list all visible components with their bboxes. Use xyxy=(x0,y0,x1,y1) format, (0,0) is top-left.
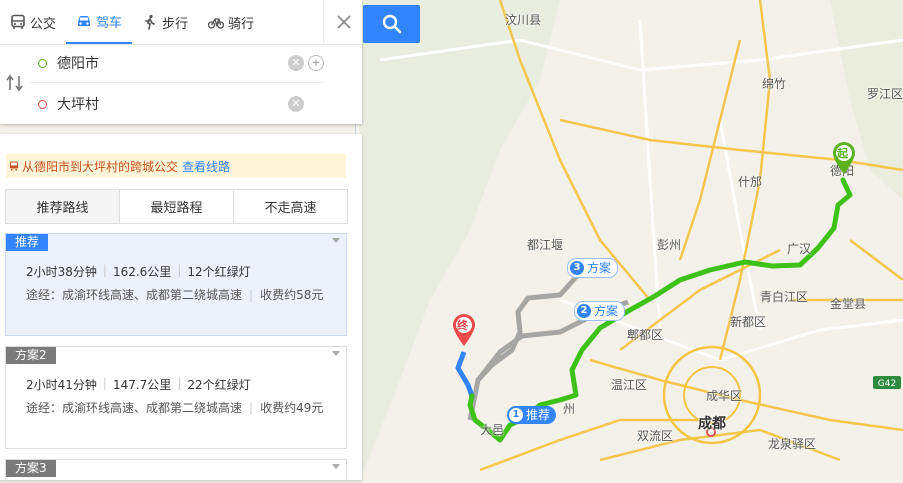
start-field[interactable]: 德阳市 ✕ + xyxy=(30,44,324,83)
route-tag-1[interactable]: 1 推荐 xyxy=(507,406,557,424)
mode-bus-tab[interactable]: 公交 xyxy=(0,0,66,44)
clear-end-icon[interactable]: ✕ xyxy=(288,96,304,112)
tab-shortest[interactable]: 最短路程 xyxy=(120,190,234,223)
plan-toll-fee: 收费约58元 xyxy=(260,288,324,302)
route-tag-number: 1 xyxy=(509,408,523,422)
route-tag-label: 方案 xyxy=(594,304,619,318)
car-icon xyxy=(78,16,91,26)
add-waypoint-icon[interactable]: + xyxy=(308,55,324,71)
plan-badge: 方案3 xyxy=(6,460,56,477)
route-plan-2[interactable]: 方案2 2小时41分钟 | 147.7公里 | 22个红绿灯 途经：成渝环线高速、成… xyxy=(5,346,347,449)
chevron-down-icon[interactable] xyxy=(332,351,340,356)
route-preference-tabs: 推荐路线 最短路程 不走高速 xyxy=(5,189,348,224)
end-field[interactable]: 大坪村 ✕ xyxy=(30,85,324,123)
mode-label: 骑行 xyxy=(228,16,255,32)
plan-via-roads: 途经：成渝环线高速、成都第二绕城高速 xyxy=(26,288,243,302)
plan-duration: 2小时41分钟 xyxy=(26,378,97,392)
plan-duration: 2小时38分钟 xyxy=(26,265,97,279)
mode-label: 步行 xyxy=(162,16,189,32)
map-label: 彭州 xyxy=(657,238,682,252)
plan-distance: 162.6公里 xyxy=(112,265,172,279)
tab-recommended[interactable]: 推荐路线 xyxy=(6,190,120,223)
route-tag-label: 方案 xyxy=(587,261,612,275)
mode-bike-tab[interactable]: 骑行 xyxy=(198,0,264,44)
cross-city-bus-notice: 从德阳市到大坪村的跨城公交 查看线路 xyxy=(6,154,346,178)
route-tag-3[interactable]: 3 方案 xyxy=(567,258,619,278)
map-label: 温江区 xyxy=(611,378,648,392)
plan-traffic-lights: 22个红绿灯 xyxy=(187,378,251,392)
route-search-panel: 公交 驾车 步行 骑行 德阳市 ✕ + 大坪村 ✕ xyxy=(0,0,362,124)
end-dot-icon xyxy=(38,99,47,109)
map-label: 什邡 xyxy=(738,175,763,189)
end-input[interactable]: 大坪村 xyxy=(57,94,284,114)
map-label: 罗江区 xyxy=(867,87,903,101)
bus-icon xyxy=(11,14,25,29)
end-marker-label: 终 xyxy=(457,319,468,332)
route-plan-3[interactable]: 方案3 xyxy=(5,459,347,480)
map-label: 大邑 xyxy=(480,423,505,437)
map-label: 郫都区 xyxy=(627,328,664,342)
bus-icon xyxy=(10,161,18,171)
route-tag-label: 推荐 xyxy=(526,408,551,422)
route-plan-1[interactable]: 推荐 2小时38分钟 | 162.6公里 | 12个红绿灯 途经：成渝环线高速、成都… xyxy=(5,233,347,336)
travel-mode-tabs: 公交 驾车 步行 骑行 xyxy=(0,0,362,45)
mode-label: 公交 xyxy=(30,16,57,32)
map-label: 青白江区 xyxy=(760,290,809,304)
start-marker[interactable]: 起 xyxy=(832,141,856,178)
tab-no-highway[interactable]: 不走高速 xyxy=(234,190,347,223)
plan-via-roads: 途经：成渝环线高速、成都第二绕城高速 xyxy=(26,401,243,415)
swap-icon[interactable] xyxy=(5,74,25,92)
walk-icon xyxy=(145,14,155,30)
route-tag-number: 3 xyxy=(570,261,584,275)
mode-drive-tab[interactable]: 驾车 xyxy=(66,0,133,44)
plan-badge: 方案2 xyxy=(6,347,56,364)
map-label: 龙泉驿区 xyxy=(768,437,817,451)
plan-via: 途经：成渝环线高速、成都第二绕城高速 | 收费约58元 xyxy=(26,288,324,302)
close-icon xyxy=(337,15,351,29)
bike-icon xyxy=(208,18,225,29)
mode-label: 驾车 xyxy=(96,15,123,31)
close-button[interactable] xyxy=(323,0,364,44)
end-marker[interactable]: 终 xyxy=(452,313,476,350)
start-dot-icon xyxy=(38,58,47,68)
clear-start-icon[interactable]: ✕ xyxy=(288,55,304,71)
notice-text: 从德阳市到大坪村的跨城公交 xyxy=(22,159,179,174)
map-label: 成都 xyxy=(698,416,726,432)
map-label: 新都区 xyxy=(730,315,767,329)
route-tag-number: 2 xyxy=(577,304,591,318)
search-icon xyxy=(382,14,401,34)
mode-walk-tab[interactable]: 步行 xyxy=(132,0,198,44)
map-label: 都江堰 xyxy=(527,238,564,252)
map-label: 双流区 xyxy=(637,429,674,443)
map-label: 绵竹 xyxy=(762,77,787,91)
view-bus-route-link[interactable]: 查看线路 xyxy=(182,158,230,175)
plan-summary: 2小时41分钟 | 147.7公里 | 22个红绿灯 xyxy=(26,376,251,392)
map-label: 州 xyxy=(563,402,576,416)
chevron-down-icon[interactable] xyxy=(332,464,340,469)
plan-via: 途经：成渝环线高速、成都第二绕城高速 | 收费约49元 xyxy=(26,401,324,415)
search-button[interactable] xyxy=(363,5,420,43)
route-results-panel: 从德阳市到大坪村的跨城公交 查看线路 推荐路线 最短路程 不走高速 推荐 2小时… xyxy=(0,134,362,480)
plan-distance: 147.7公里 xyxy=(112,378,172,392)
map-label: 金堂县 xyxy=(830,297,867,311)
plan-badge: 推荐 xyxy=(6,234,49,251)
map-label: 广汉 xyxy=(787,242,812,256)
map-label: 汶川县 xyxy=(505,13,542,27)
chevron-down-icon[interactable] xyxy=(332,238,340,243)
plan-summary: 2小时38分钟 | 162.6公里 | 12个红绿灯 xyxy=(26,263,251,279)
start-marker-label: 起 xyxy=(837,147,848,160)
map-label: 成华区 xyxy=(706,389,743,403)
start-input[interactable]: 德阳市 xyxy=(57,53,284,73)
route-tag-2[interactable]: 2 方案 xyxy=(574,301,626,321)
plan-toll-fee: 收费约49元 xyxy=(260,401,324,415)
plan-traffic-lights: 12个红绿灯 xyxy=(187,265,251,279)
road-shield: G42 xyxy=(878,379,896,389)
